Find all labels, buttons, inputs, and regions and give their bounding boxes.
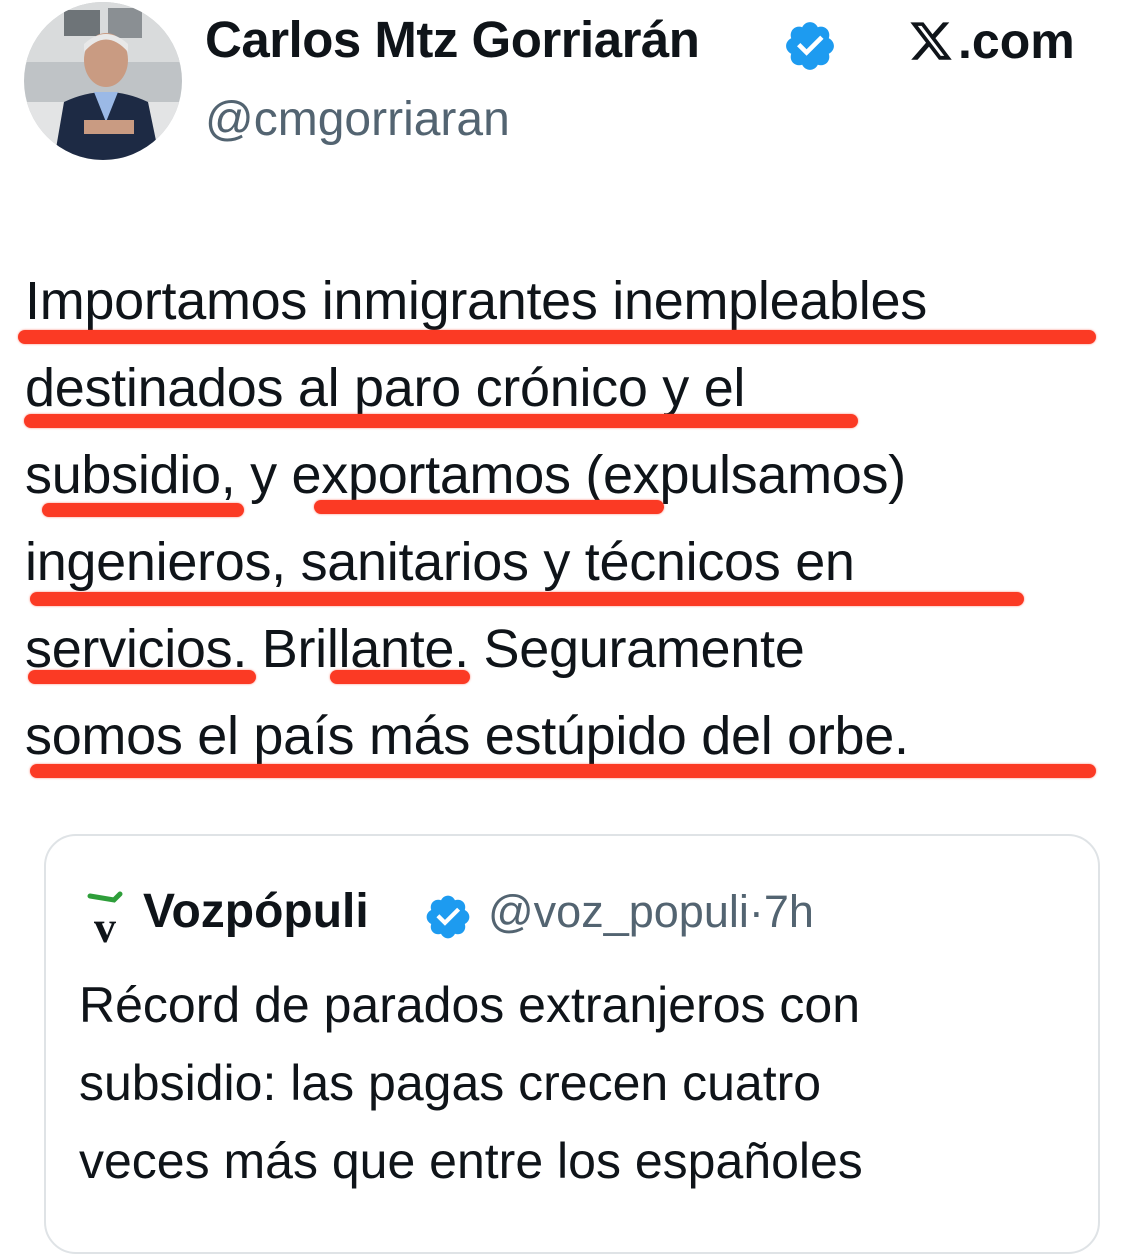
highlight-underline: [24, 414, 858, 428]
highlight-underline: [30, 592, 1024, 606]
highlight-underline: [42, 503, 244, 517]
quoted-meta: @voz_populi·7h: [488, 886, 814, 938]
verified-badge-icon: [786, 22, 834, 70]
avatar-photo: [24, 2, 182, 160]
highlight-underline: [330, 670, 470, 684]
quoted-line: Récord de parados extranjeros con: [79, 977, 861, 1033]
quoted-tweet-card[interactable]: v Vozpópuli @voz_populi·7h Récord de par…: [44, 834, 1100, 1254]
quoted-line: subsidio: las pagas crecen cuatro: [79, 1055, 822, 1111]
highlight-underline: [18, 330, 1096, 344]
brand-domain: .com: [958, 13, 1075, 69]
meta-separator: ·: [748, 886, 764, 937]
quoted-author-name[interactable]: Vozpópuli: [143, 884, 369, 939]
vozpopuli-logo-icon: v: [87, 891, 123, 946]
author-handle[interactable]: @cmgorriaran: [205, 92, 510, 147]
x-logo-icon: [910, 22, 952, 60]
quoted-line: veces más que entre los españoles: [79, 1133, 863, 1189]
quoted-author-handle[interactable]: @voz_populi: [488, 886, 749, 937]
highlight-underline: [28, 670, 256, 684]
verified-badge-icon: [426, 895, 470, 939]
quoted-timestamp[interactable]: 7h: [764, 886, 814, 937]
author-avatar[interactable]: [24, 2, 182, 160]
quoted-tweet-text: Récord de parados extranjeros con subsid…: [79, 966, 1079, 1200]
author-name[interactable]: Carlos Mtz Gorriarán: [205, 10, 700, 69]
svg-text:v: v: [94, 903, 116, 946]
highlight-underline: [30, 764, 1096, 778]
brand-label: .com: [908, 12, 1075, 70]
highlight-underline: [314, 500, 664, 514]
